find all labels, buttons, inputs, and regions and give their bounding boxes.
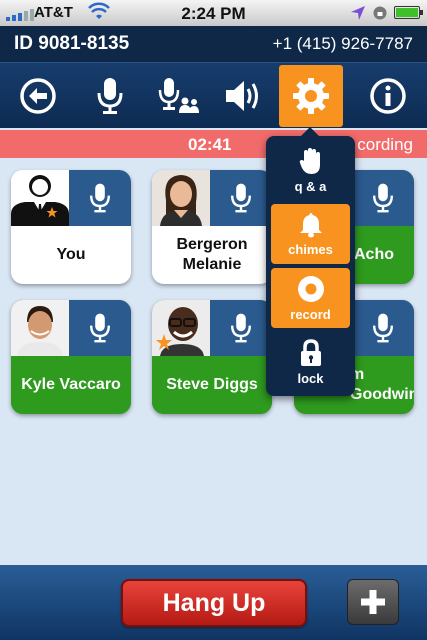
participant-mute-button[interactable] xyxy=(210,170,272,226)
participant-mute-button[interactable] xyxy=(69,170,131,226)
call-header: ID 9081-8135 +1 (415) 926-7787 xyxy=(0,26,427,62)
menu-item-label: chimes xyxy=(288,241,333,257)
plus-icon xyxy=(361,590,385,614)
battery-icon xyxy=(394,6,423,19)
participant-name: Steve Diggs xyxy=(152,356,272,414)
participant-name: Bergeron Melanie xyxy=(176,236,248,273)
menu-item-chimes[interactable]: chimes xyxy=(271,204,350,264)
participant-name: Kyle Vaccaro xyxy=(11,356,131,414)
settings-menu: q & a chimes record lock xyxy=(266,127,355,396)
speaker-button[interactable] xyxy=(211,65,275,127)
menu-item-lock[interactable]: lock xyxy=(271,332,350,392)
participant-mute-button[interactable] xyxy=(69,300,131,356)
bottom-bar: Hang Up xyxy=(0,565,427,640)
participant-tile[interactable]: You xyxy=(11,170,131,284)
bell-icon xyxy=(299,212,322,237)
add-participant-button[interactable] xyxy=(347,579,399,625)
mic-participants-icon xyxy=(158,78,199,113)
microphone-icon xyxy=(231,313,251,343)
hang-up-button[interactable]: Hang Up xyxy=(121,579,307,627)
microphone-icon xyxy=(231,183,251,213)
mute-button[interactable] xyxy=(78,65,142,127)
menu-item-record[interactable]: record xyxy=(271,268,350,328)
record-icon xyxy=(297,275,324,302)
recording-label: cording xyxy=(357,135,413,154)
menu-item-label: lock xyxy=(297,370,324,386)
microphone-icon xyxy=(97,78,123,114)
menu-item-label: record xyxy=(290,306,331,322)
menu-item-label: q & a xyxy=(294,178,327,194)
back-button[interactable] xyxy=(6,65,70,127)
recording-bar: 02:41 cording xyxy=(0,130,427,158)
conference-id: ID 9081-8135 xyxy=(14,33,130,54)
participant-name: You xyxy=(56,246,86,263)
gear-icon xyxy=(293,78,329,114)
avatar xyxy=(11,300,69,356)
microphone-icon xyxy=(373,313,393,343)
participant-mute-button[interactable] xyxy=(210,300,272,356)
raised-hand-icon xyxy=(299,147,320,174)
settings-button[interactable] xyxy=(279,65,343,127)
speaker-icon xyxy=(226,81,258,111)
call-timer: 02:41 xyxy=(188,135,232,154)
participant-tile[interactable]: Steve Diggs xyxy=(152,300,272,414)
avatar xyxy=(152,170,210,226)
info-button[interactable] xyxy=(356,65,420,127)
popover-arrow xyxy=(300,127,320,137)
participant-tile[interactable]: Bergeron Melanie xyxy=(152,170,272,284)
microphone-icon xyxy=(90,183,110,213)
avatar xyxy=(152,300,210,356)
dial-in-number: +1 (415) 926-7787 xyxy=(272,34,413,53)
participant-tile[interactable]: Kyle Vaccaro xyxy=(11,300,131,414)
microphone-icon xyxy=(90,313,110,343)
mute-all-button[interactable] xyxy=(146,65,210,127)
lock-icon xyxy=(300,338,321,366)
location-arrow-icon xyxy=(350,5,366,25)
status-bar: AT&T 2:24 PM xyxy=(0,0,427,26)
rotation-lock-icon xyxy=(372,5,388,25)
microphone-icon xyxy=(373,183,393,213)
call-toolbar xyxy=(0,62,427,128)
menu-item-qa[interactable]: q & a xyxy=(271,140,350,200)
participant-mute-button[interactable] xyxy=(352,170,414,226)
avatar xyxy=(11,170,69,226)
back-arrow-icon xyxy=(20,78,56,114)
participant-mute-button[interactable] xyxy=(352,300,414,356)
info-icon xyxy=(370,78,406,114)
